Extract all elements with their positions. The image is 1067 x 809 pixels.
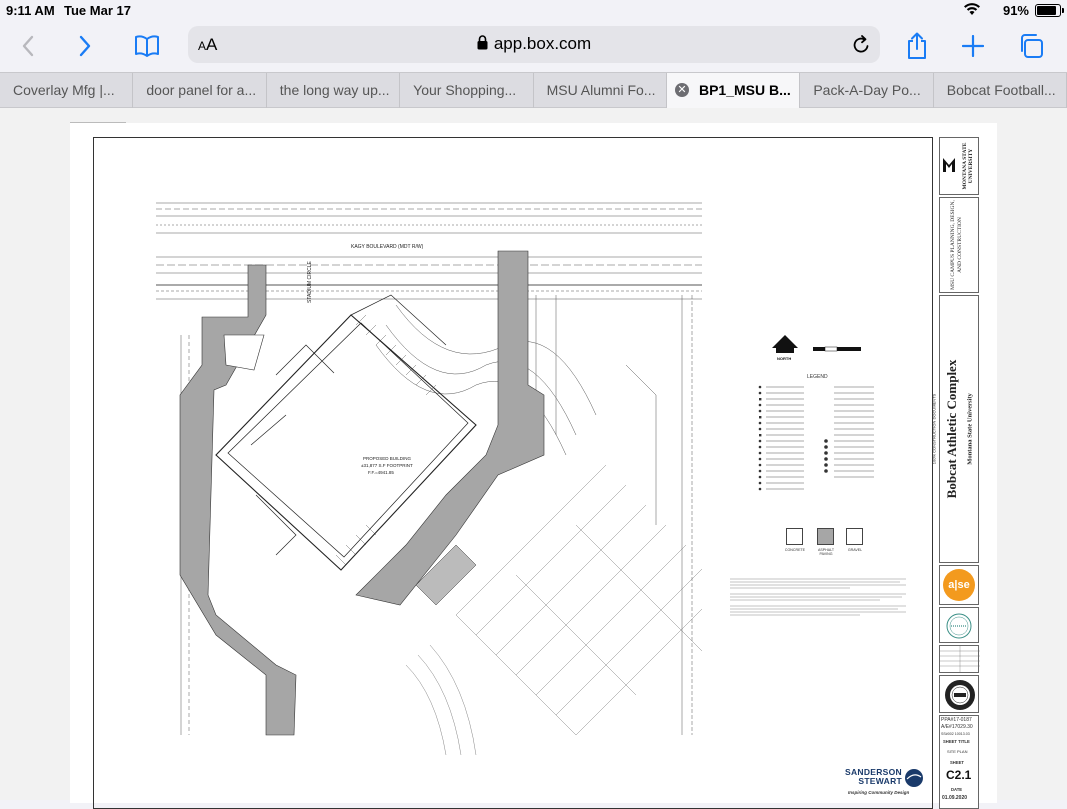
legend-title: LEGEND	[807, 374, 828, 380]
street-label: KAGY BOULEVARD (MDT R/W)	[351, 244, 424, 250]
date-label: DATE	[951, 787, 963, 792]
building-ff: F.F.=4941.85	[368, 470, 394, 475]
swatch-label-asphalt: ASPHALT PAVING	[817, 548, 835, 556]
battery-icon	[1035, 4, 1064, 17]
revisions-table	[940, 646, 980, 672]
sheet-title-label: SHEET TITLE	[943, 739, 970, 744]
battery-percent: 91%	[1002, 3, 1029, 18]
engineer-logo-box	[939, 607, 979, 643]
book-icon	[135, 35, 159, 57]
swatch-label-gravel: GRAVEL	[847, 548, 863, 552]
university-name: MONTANA STATE UNIVERSITY	[962, 142, 974, 190]
bookmarks-button[interactable]	[129, 28, 165, 64]
swatch-gravel	[846, 528, 863, 545]
building-footprint: ±31,877 S.F FOOTPRINT	[361, 463, 413, 468]
legend-symbols	[758, 385, 874, 491]
swatch-asphalt	[817, 528, 834, 545]
ase-logo: a|se	[943, 569, 975, 601]
tab-bar: Coverlay Mfg |... door panel for a... th…	[0, 72, 1067, 108]
department-box: MSU CAMPUS PLANNING, DESIGN, AND CONSTRU…	[939, 197, 979, 293]
reload-icon	[853, 35, 869, 53]
url-text[interactable]: app.box.com	[188, 34, 880, 55]
sheet-number: C2.1	[946, 768, 972, 782]
sheet-label: SHEET	[950, 760, 964, 765]
drawing-sheet: KAGY BOULEVARD (MDT R/W) STADIUM CIRCLE …	[70, 123, 997, 809]
document-viewer[interactable]: KAGY BOULEVARD (MDT R/W) STADIUM CIRCLE …	[0, 108, 1067, 809]
swatch-label-concrete: CONCRETE	[784, 548, 806, 552]
project-title: Bobcat Athletic Complex	[944, 359, 959, 499]
sheet-info-box: PPA#17-0187 A/E#17029.30 SS#002 10013.03…	[939, 715, 979, 809]
site-plan-drawing: KAGY BOULEVARD (MDT R/W) STADIUM CIRCLE …	[156, 202, 703, 755]
status-bar: 9:11 AM Tue Mar 17 91%	[0, 0, 1067, 22]
share-icon	[908, 32, 926, 59]
address-bar[interactable]: AA app.box.com	[188, 26, 880, 63]
tab-long-way-up[interactable]: the long way up...	[267, 73, 401, 108]
swatch-concrete	[786, 528, 803, 545]
firm-logo: SANDERSON STEWART Inspiring Community De…	[840, 768, 930, 803]
ppa-number: PPA#17-0187	[941, 717, 972, 723]
tab-coverlay[interactable]: Coverlay Mfg |...	[0, 73, 134, 108]
status-date: Tue Mar 17	[64, 3, 131, 18]
tab-door-panel[interactable]: door panel for a...	[133, 73, 267, 108]
firm-tagline: Inspiring Community Design	[848, 790, 910, 795]
title-block: MONTANA STATE UNIVERSITY MSU CAMPUS PLAN…	[932, 137, 981, 809]
tab-pack-a-day[interactable]: Pack-A-Day Po...	[800, 73, 934, 108]
engineer-logo-icon	[946, 613, 972, 639]
close-tab-icon[interactable]: ✕	[674, 83, 689, 97]
tabs-overview-button[interactable]	[1013, 28, 1049, 64]
reload-button[interactable]	[852, 33, 872, 60]
wifi-icon	[963, 2, 981, 19]
engineer-seal-icon	[945, 680, 975, 710]
firm-name: SANDERSON STEWART	[844, 767, 902, 786]
tab-msu-alumni[interactable]: MSU Alumni Fo...	[534, 73, 667, 108]
seal-box	[939, 675, 979, 713]
lock-icon	[477, 35, 488, 55]
sheet-title: SITE PLAN	[947, 749, 968, 754]
job-number: SS#002 10013.03	[941, 732, 970, 736]
project-title-box: Bobcat Athletic Complex Montana State Un…	[939, 295, 979, 563]
firm-globe-icon	[905, 769, 923, 787]
share-button[interactable]	[899, 28, 935, 64]
sheet-date: 01.09.2020	[942, 795, 968, 801]
north-label: NORTH	[777, 356, 792, 361]
msu-logo-box: MONTANA STATE UNIVERSITY	[939, 137, 979, 195]
revisions-box	[939, 645, 980, 673]
ase-logo-box: a|se	[939, 565, 979, 605]
building-label: PROPOSED BUILDING	[363, 456, 412, 461]
department-name: MSU CAMPUS PLANNING, DESIGN, AND CONSTRU…	[950, 200, 963, 290]
plus-icon	[962, 35, 984, 57]
project-subtitle: Montana State University	[966, 393, 974, 465]
tabs-icon	[1021, 34, 1043, 58]
tab-shopping[interactable]: Your Shopping...	[400, 73, 534, 108]
circle-label: STADIUM CIRCLE	[307, 260, 313, 303]
tab-bobcat-football[interactable]: Bobcat Football...	[934, 73, 1067, 108]
status-time: 9:11 AM	[6, 3, 55, 18]
scale-bar	[813, 346, 861, 352]
new-tab-button[interactable]	[955, 28, 991, 64]
general-notes	[730, 578, 906, 616]
ae-number: A/E#17029.30	[941, 724, 973, 730]
tab-bp1-msu[interactable]: ✕ BP1_MSU B...	[666, 73, 801, 108]
back-button[interactable]	[10, 28, 46, 64]
forward-button[interactable]	[67, 28, 103, 64]
phase-label: 100% CONSTRUCTION DOCUMENTS	[931, 393, 937, 465]
msu-m-icon	[943, 158, 955, 172]
browser-toolbar: AA app.box.com	[0, 22, 1067, 72]
